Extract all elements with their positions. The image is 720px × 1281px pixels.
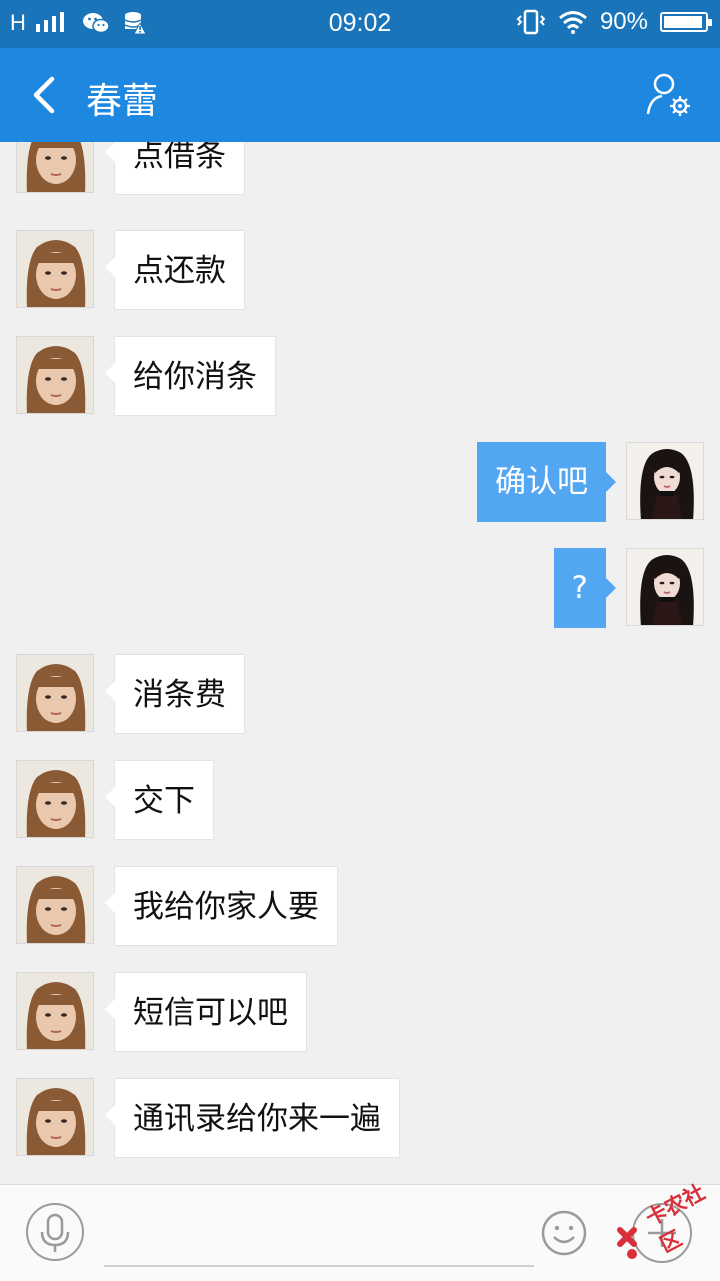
contact-avatar[interactable] [16,230,94,308]
voice-button[interactable] [26,1203,84,1261]
contact-avatar[interactable] [16,1078,94,1156]
contact-avatar[interactable] [16,972,94,1050]
received-message: 通讯录给你来一遍 [0,1078,720,1160]
chat-title: 春蕾 [86,81,159,122]
message-bubble[interactable]: 我给你家人要 [105,866,338,946]
contact-avatar[interactable] [16,866,94,944]
message-bubble[interactable]: 短信可以吧 [105,972,307,1052]
emoji-icon[interactable] [540,1209,588,1257]
received-message: 短信可以吧 [0,972,720,1054]
contact-avatar[interactable] [16,142,94,193]
contact-avatar[interactable] [16,760,94,838]
contact-avatar[interactable] [16,654,94,732]
my-avatar[interactable] [626,548,704,626]
message-bubble[interactable]: 确认吧 [477,442,616,522]
received-message: 我给你家人要 [0,866,720,948]
battery-percent: 90% [599,8,648,35]
input-bar [0,1184,720,1281]
message-list[interactable]: 点借条点还款给你消条确认吧? 消条费交下我给你家人要 短信可以吧通讯录给你来一遍 [0,142,720,1184]
contact-settings-icon[interactable] [644,70,692,118]
message-bubble[interactable]: 交下 [105,760,214,840]
message-bubble[interactable]: 消条费 [105,654,245,734]
back-arrow-icon[interactable] [26,73,70,117]
received-message: 交下 [0,760,720,842]
vibrate-icon [516,9,546,35]
message-bubble[interactable]: ? [553,548,617,628]
received-message: 点借条 [0,142,720,197]
received-message: 点还款 [0,230,720,312]
battery-icon [660,12,712,32]
message-bubble[interactable]: 通讯录给你来一遍 [105,1078,400,1158]
status-bar: H 09:02 90% [0,0,720,48]
sent-message: ? [0,548,720,630]
message-bubble[interactable]: 点借条 [105,142,245,195]
microphone-icon [40,1213,70,1252]
my-avatar[interactable] [626,442,704,520]
status-right: 90% [516,8,712,36]
message-bubble[interactable]: 给你消条 [105,336,276,416]
received-message: 给你消条 [0,336,720,418]
wifi-icon [558,11,587,34]
chat-header: 春蕾 [0,48,720,142]
received-message: 消条费 [0,654,720,736]
message-input[interactable] [104,1201,534,1267]
message-bubble[interactable]: 点还款 [105,230,245,310]
contact-avatar[interactable] [16,336,94,414]
sent-message: 确认吧 [0,442,720,524]
